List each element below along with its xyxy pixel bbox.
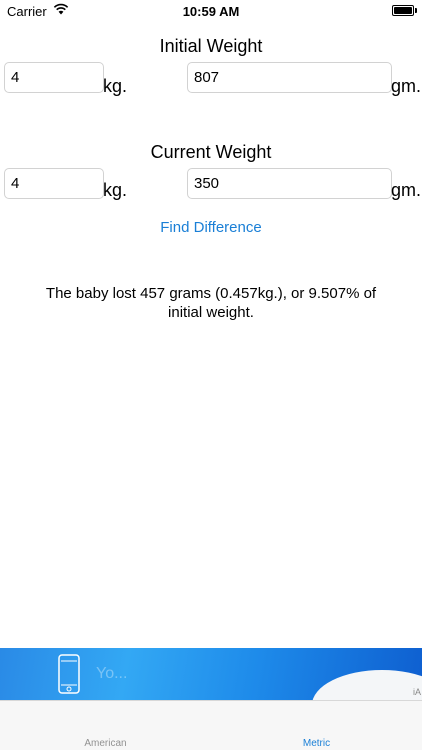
tab-american[interactable]: American <box>0 701 211 751</box>
status-time: 10:59 AM <box>182 4 240 19</box>
tab-bar: American Metric <box>0 700 422 750</box>
status-bar: Carrier 10:59 AM <box>0 0 422 24</box>
current-gm-input[interactable] <box>187 168 392 199</box>
initial-weight-title: Initial Weight <box>159 36 263 56</box>
battery-level <box>394 7 412 14</box>
current-gm-unit: gm. <box>391 180 422 200</box>
initial-kg-unit: kg. <box>103 76 128 96</box>
initial-gm-input[interactable] <box>187 62 392 93</box>
result-text: The baby lost 457 grams (0.457kg.), or 9… <box>45 285 377 321</box>
find-difference-button[interactable]: Find Difference <box>131 218 291 237</box>
ad-text: Yo... <box>96 665 128 682</box>
current-kg-input[interactable] <box>4 168 104 199</box>
initial-kg-input[interactable] <box>4 62 104 93</box>
battery-icon <box>392 5 414 16</box>
initial-gm-unit: gm. <box>391 76 422 96</box>
current-kg-unit: kg. <box>103 180 128 200</box>
battery-tip <box>415 8 417 13</box>
tab-american-label: American <box>84 738 127 749</box>
phone-icon <box>58 654 80 694</box>
ad-mark: iA <box>412 687 421 697</box>
ad-curve-decoration <box>312 670 422 700</box>
tab-metric[interactable]: Metric <box>211 701 422 751</box>
current-weight-title: Current Weight <box>150 142 272 162</box>
tab-metric-label: Metric <box>302 738 331 749</box>
ad-banner[interactable]: Yo... iA <box>0 648 422 700</box>
